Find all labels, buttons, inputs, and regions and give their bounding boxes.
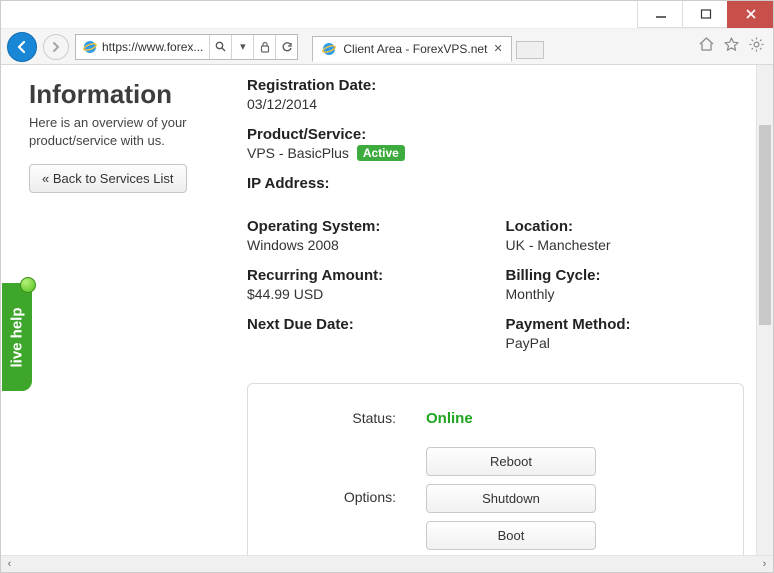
field-location: Location: UK - Manchester [506, 218, 745, 253]
field-label: Payment Method: [506, 316, 745, 333]
status-badge: Active [357, 145, 405, 161]
product-name: VPS - BasicPlus [247, 145, 349, 161]
field-value: $44.99 USD [247, 286, 486, 302]
live-help-tab[interactable]: live help [2, 283, 32, 391]
field-billing-cycle: Billing Cycle: Monthly [506, 267, 745, 302]
page-viewport: live help Information Here is an overvie… [1, 65, 773, 572]
horizontal-scrollbar[interactable]: ‹ › [1, 555, 773, 572]
field-label: Next Due Date: [247, 316, 486, 333]
options-button-group: Reboot Shutdown Boot VNC [426, 447, 596, 555]
field-label: Billing Cycle: [506, 267, 745, 284]
field-operating-system: Operating System: Windows 2008 [247, 218, 486, 253]
nav-forward-button[interactable] [43, 34, 69, 60]
live-help-label: live help [9, 307, 26, 367]
home-icon[interactable] [698, 36, 715, 58]
control-panel: Status: Online Options: Reboot Shutdown … [247, 383, 744, 555]
window-close-button[interactable] [727, 1, 773, 28]
refresh-button[interactable] [275, 35, 297, 59]
field-value: PayPal [506, 335, 745, 351]
field-value: UK - Manchester [506, 237, 745, 253]
info-sidebar: Information Here is an overview of your … [29, 73, 219, 555]
toolbar-right-icons [698, 36, 767, 58]
live-help-status-dot [20, 277, 36, 293]
status-value: Online [426, 406, 473, 427]
window-maximize-button[interactable] [682, 1, 728, 28]
field-ip-address: IP Address: [247, 175, 744, 192]
address-dropdown-button[interactable]: ▾ [231, 35, 253, 59]
field-next-due-date: Next Due Date: [247, 316, 486, 333]
tools-gear-icon[interactable] [748, 36, 765, 58]
page-title: Information [29, 79, 219, 110]
field-value: VPS - BasicPlus Active [247, 145, 744, 161]
field-label: Product/Service: [247, 126, 744, 143]
new-tab-button[interactable] [516, 41, 544, 59]
scroll-left-arrow[interactable]: ‹ [1, 558, 18, 570]
field-label: Location: [506, 218, 745, 235]
field-value: Windows 2008 [247, 237, 486, 253]
browser-toolbar: https://www.forex... ▾ Client Area - For… [1, 29, 773, 65]
window-titlebar [1, 1, 773, 29]
field-product-service: Product/Service: VPS - BasicPlus Active [247, 126, 744, 161]
shutdown-button[interactable]: Shutdown [426, 484, 596, 513]
browser-tab[interactable]: Client Area - ForexVPS.net ✕ [312, 36, 511, 62]
field-label: Recurring Amount: [247, 267, 486, 284]
field-registration-date: Registration Date: 03/12/2014 [247, 77, 744, 112]
favorites-star-icon[interactable] [723, 36, 740, 58]
field-label: Registration Date: [247, 77, 744, 94]
ie-logo-icon [321, 41, 337, 57]
nav-back-button[interactable] [7, 32, 37, 62]
security-lock-icon[interactable] [253, 35, 275, 59]
page-description: Here is an overview of your product/serv… [29, 114, 219, 150]
search-dropdown-button[interactable] [209, 35, 231, 59]
field-label: IP Address: [247, 175, 744, 192]
field-recurring-amount: Recurring Amount: $44.99 USD [247, 267, 486, 302]
details-main: Registration Date: 03/12/2014 Product/Se… [247, 73, 744, 555]
address-url[interactable]: https://www.forex... [76, 35, 209, 59]
reboot-button[interactable]: Reboot [426, 447, 596, 476]
page-content: Information Here is an overview of your … [1, 65, 756, 555]
field-value: Monthly [506, 286, 745, 302]
browser-window: https://www.forex... ▾ Client Area - For… [0, 0, 774, 573]
field-value: 03/12/2014 [247, 96, 744, 112]
vertical-scrollbar[interactable] [756, 65, 773, 555]
scroll-right-arrow[interactable]: › [756, 558, 773, 570]
tab-strip: Client Area - ForexVPS.net ✕ [312, 33, 692, 61]
address-url-text: https://www.forex... [102, 40, 203, 54]
address-bar[interactable]: https://www.forex... ▾ [75, 34, 298, 60]
options-label: Options: [276, 447, 396, 505]
boot-button[interactable]: Boot [426, 521, 596, 550]
field-payment-method: Payment Method: PayPal [506, 316, 745, 351]
status-label: Status: [276, 406, 396, 426]
tab-title: Client Area - ForexVPS.net [343, 42, 487, 56]
ie-logo-icon [82, 39, 98, 55]
back-to-services-button[interactable]: « Back to Services List [29, 164, 187, 193]
tab-close-button[interactable]: ✕ [493, 42, 502, 55]
field-label: Operating System: [247, 218, 486, 235]
window-minimize-button[interactable] [637, 1, 683, 28]
vertical-scroll-thumb[interactable] [759, 125, 771, 325]
